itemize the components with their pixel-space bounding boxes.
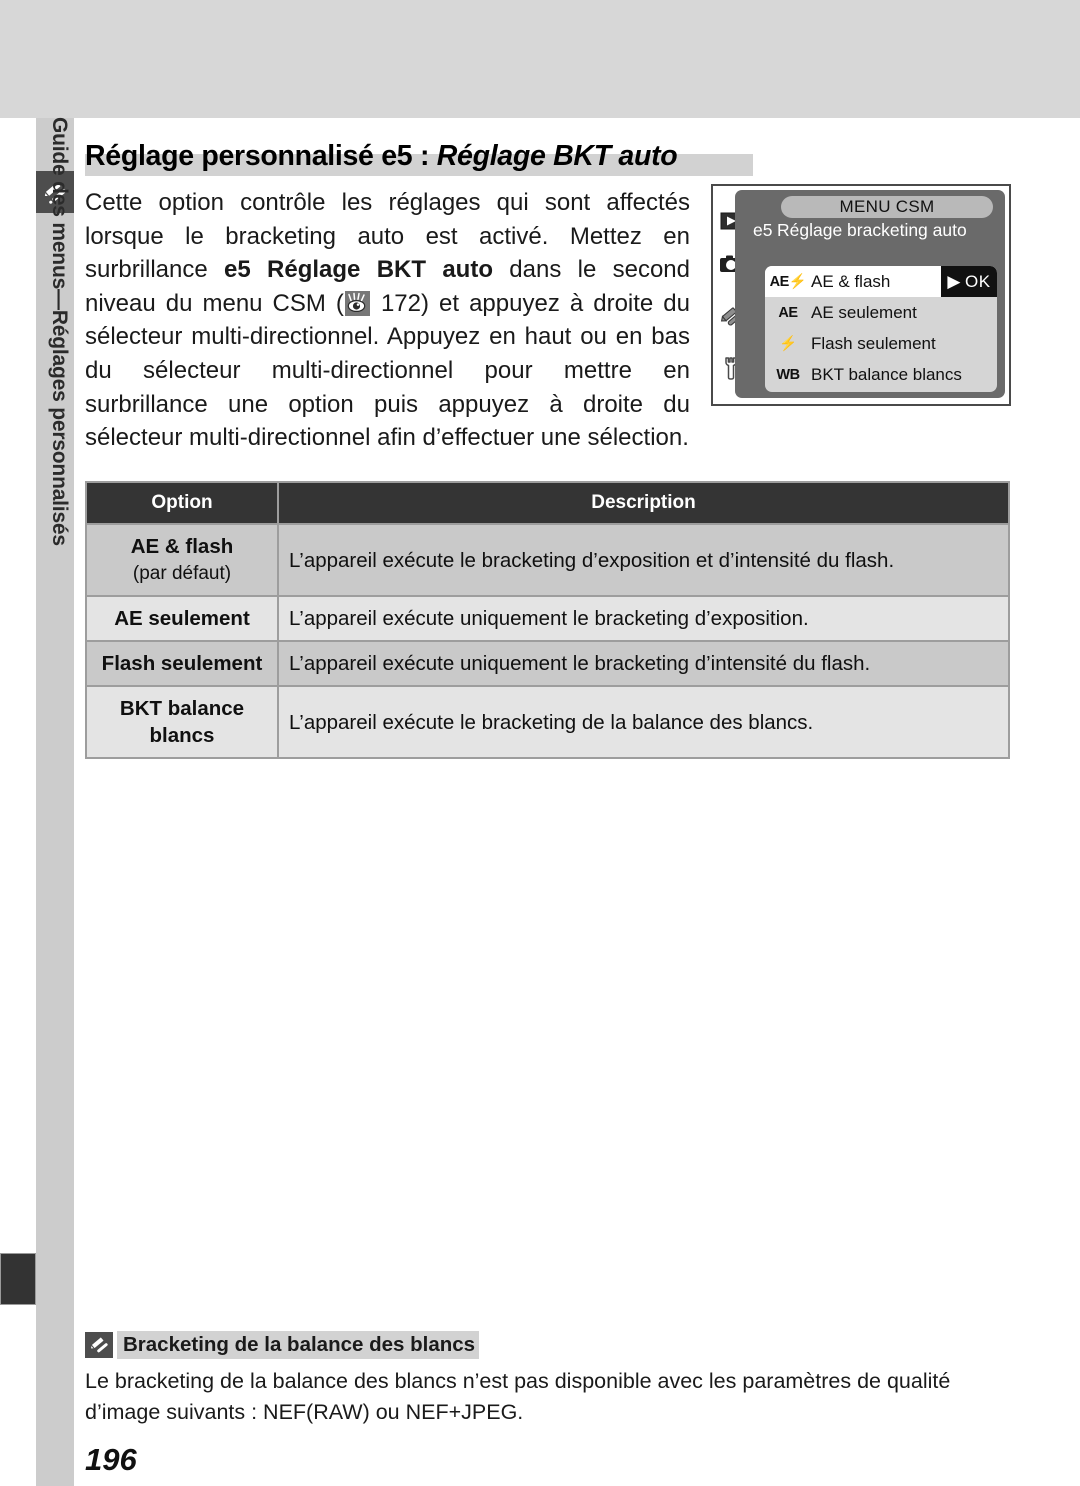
intro-paragraph: Cette option contrôle les réglages qui s…	[85, 186, 690, 455]
table-cell-option: AE & flash (par défaut)	[87, 525, 277, 595]
ae-flash-icon: AE⚡	[769, 274, 807, 290]
page-content: Réglage personnalisé e5 : Réglage BKT au…	[85, 140, 1011, 1477]
table-header-description: Description	[279, 483, 1008, 523]
table-row: AE seulement L’appareil exécute uniqueme…	[87, 597, 1008, 640]
table-cell-description: L’appareil exécute le bracketing de la b…	[279, 687, 1008, 757]
right-arrow-icon: ▶	[947, 271, 961, 291]
table-cell-description: L’appareil exécute le bracketing d’expos…	[279, 525, 1008, 595]
lcd-option-list: AE⚡ AE & flash ▶ OK AE AE seulement ⚡ Fla…	[765, 266, 997, 392]
lcd-option-label: BKT balance blancs	[811, 364, 962, 384]
table-cell-option: Flash seulement	[87, 642, 277, 685]
page-title: Réglage personnalisé e5 : Réglage BKT au…	[85, 140, 1010, 173]
camera-lcd-illustration: MENU CSM e5 Réglage bracketing auto AE⚡ …	[711, 184, 1011, 406]
lcd-screen: MENU CSM e5 Réglage bracketing auto AE⚡ …	[717, 190, 1005, 400]
table-row: Flash seulement L’appareil exécute uniqu…	[87, 642, 1008, 685]
option-default-note: (par défaut)	[132, 563, 232, 584]
table-header-option: Option	[87, 483, 277, 523]
flash-icon: ⚡	[779, 336, 797, 352]
option-name: AE & flash	[130, 535, 234, 558]
lcd-ok-label: OK	[965, 271, 991, 291]
lcd-menu-panel: MENU CSM e5 Réglage bracketing auto AE⚡ …	[735, 190, 1005, 398]
table-cell-option: AE seulement	[87, 597, 277, 640]
table-cell-option: BKT balance blancs	[87, 687, 277, 757]
lcd-item-number: e5	[753, 220, 773, 240]
lcd-item-heading: Réglage bracketing auto	[777, 220, 967, 240]
lcd-option-row-ae-only[interactable]: AE AE seulement	[765, 297, 997, 328]
sidebar-chapter-label: Guide des menus—Réglages personnalisés	[48, 117, 71, 546]
pencil-icon	[85, 1332, 113, 1358]
searching-eye-icon	[344, 290, 370, 316]
lcd-option-label: AE & flash	[811, 271, 891, 291]
footnote-block: Bracketing de la balance des blancs Le b…	[85, 1330, 1010, 1428]
page-title-italic: Réglage BKT auto	[436, 140, 678, 172]
page-title-plain: Réglage personnalisé e5 :	[85, 140, 437, 172]
page-number: 196	[85, 1442, 137, 1477]
lcd-ok-badge: ▶ OK	[941, 266, 997, 297]
lcd-option-label: AE seulement	[811, 302, 917, 322]
table-header-row: Option Description	[87, 483, 1008, 523]
lcd-option-row-wb-bracketing[interactable]: WB BKT balance blancs	[765, 359, 997, 390]
wb-icon: WB	[776, 366, 800, 383]
page-title-wrapper: Réglage personnalisé e5 : Réglage BKT au…	[85, 140, 1010, 182]
footnote-heading: Bracketing de la balance des blancs	[117, 1331, 480, 1359]
table-row: BKT balance blancs L’appareil exécute le…	[87, 687, 1008, 757]
options-table: Option Description AE & flash (par défaut…	[85, 481, 1010, 759]
lcd-option-row-ae-flash[interactable]: AE⚡ AE & flash ▶ OK	[765, 266, 997, 297]
sidebar-chapter-tab: Guide des menus—Réglages personnalisés	[36, 117, 74, 776]
page-top-band	[0, 0, 1080, 118]
lcd-menu-title: MENU CSM	[781, 196, 993, 218]
footnote-heading-row: Bracketing de la balance des blancs	[85, 1330, 1010, 1360]
chapter-tab-marker	[0, 1253, 36, 1305]
lcd-option-row-flash-only[interactable]: ⚡ Flash seulement	[765, 328, 997, 359]
table-cell-description: L’appareil exécute uniquement le bracket…	[279, 597, 1008, 640]
table-row: AE & flash (par défaut) L’appareil exécut…	[87, 525, 1008, 595]
lcd-option-label: Flash seulement	[811, 333, 936, 353]
table-cell-description: L’appareil exécute uniquement le bracket…	[279, 642, 1008, 685]
ae-icon: AE	[778, 304, 798, 321]
footnote-body: Le bracketing de la balance des blancs n…	[85, 1369, 951, 1424]
intro-bold-setting-name: e5 Réglage BKT auto	[224, 256, 493, 284]
